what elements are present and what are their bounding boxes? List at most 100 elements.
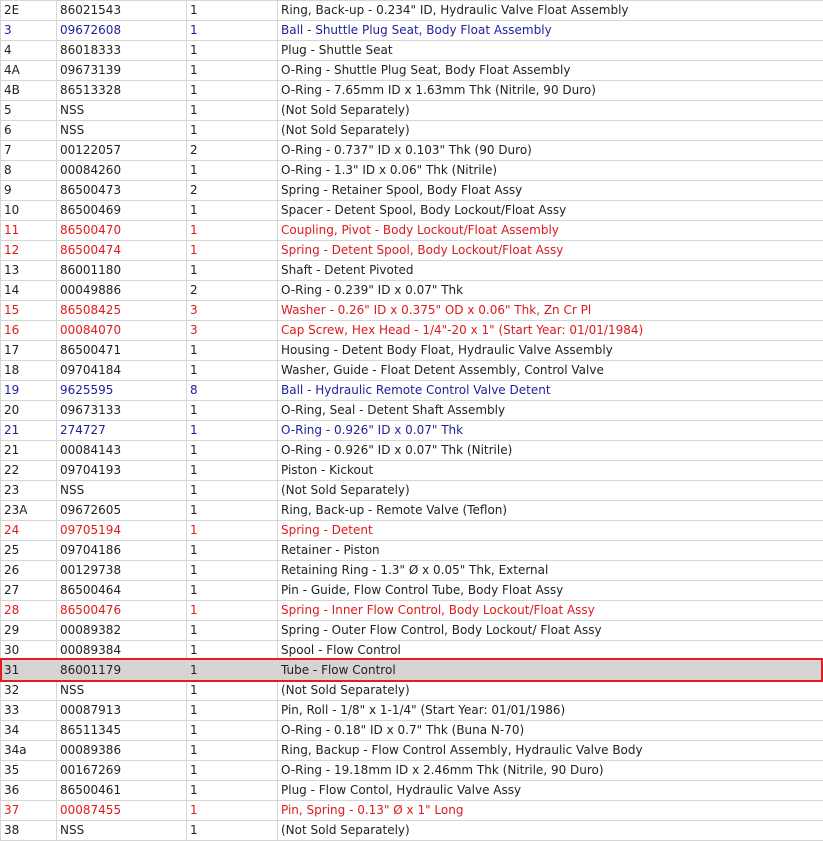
part-number-cell: 86001180 — [57, 261, 187, 281]
quantity-cell: 1 — [187, 21, 278, 41]
table-row[interactable]: 11865004701Coupling, Pivot - Body Lockou… — [1, 221, 823, 241]
quantity-cell: 2 — [187, 141, 278, 161]
quantity-cell: 1 — [187, 41, 278, 61]
quantity-cell: 1 — [187, 161, 278, 181]
table-row[interactable]: 9865004732Spring - Retainer Spool, Body … — [1, 181, 823, 201]
table-row[interactable]: 32NSS1(Not Sold Separately) — [1, 681, 823, 701]
table-row[interactable]: 31860011791Tube - Flow Control — [1, 661, 823, 681]
part-number-cell: 86500469 — [57, 201, 187, 221]
ref-cell: 23 — [1, 481, 57, 501]
table-row[interactable]: 4A096731391O-Ring - Shuttle Plug Seat, B… — [1, 61, 823, 81]
description-cell: (Not Sold Separately) — [278, 121, 823, 141]
table-row[interactable]: 15865084253Washer - 0.26" ID x 0.375" OD… — [1, 301, 823, 321]
table-row[interactable]: 33000879131Pin, Roll - 1/8" x 1-1/4" (St… — [1, 701, 823, 721]
ref-cell: 23A — [1, 501, 57, 521]
part-number-cell: NSS — [57, 121, 187, 141]
ref-cell: 35 — [1, 761, 57, 781]
table-row[interactable]: 25097041861Retainer - Piston — [1, 541, 823, 561]
ref-cell: 7 — [1, 141, 57, 161]
table-row[interactable]: 28865004761Spring - Inner Flow Control, … — [1, 601, 823, 621]
part-number-cell: 09672608 — [57, 21, 187, 41]
table-row[interactable]: 14000498862O-Ring - 0.239" ID x 0.07" Th… — [1, 281, 823, 301]
table-row[interactable]: 29000893821Spring - Outer Flow Control, … — [1, 621, 823, 641]
table-row[interactable]: 16000840703Cap Screw, Hex Head - 1/4"-20… — [1, 321, 823, 341]
part-number-cell: 09673139 — [57, 61, 187, 81]
quantity-cell: 1 — [187, 261, 278, 281]
quantity-cell: 1 — [187, 541, 278, 561]
part-number-cell: 86500471 — [57, 341, 187, 361]
table-row[interactable]: 21000841431O-Ring - 0.926" ID x 0.07" Th… — [1, 441, 823, 461]
quantity-cell: 1 — [187, 661, 278, 681]
quantity-cell: 1 — [187, 201, 278, 221]
quantity-cell: 1 — [187, 81, 278, 101]
table-row[interactable]: 18097041841Washer, Guide - Float Detent … — [1, 361, 823, 381]
description-cell: O-Ring - 0.737" ID x 0.103" Thk (90 Duro… — [278, 141, 823, 161]
table-row[interactable]: 34865113451O-Ring - 0.18" ID x 0.7" Thk … — [1, 721, 823, 741]
ref-cell: 5 — [1, 101, 57, 121]
description-cell: Spring - Detent Spool, Body Lockout/Floa… — [278, 241, 823, 261]
part-number-cell: 86500476 — [57, 601, 187, 621]
table-row[interactable]: 20096731331O-Ring, Seal - Detent Shaft A… — [1, 401, 823, 421]
table-row[interactable]: 27865004641Pin - Guide, Flow Control Tub… — [1, 581, 823, 601]
quantity-cell: 1 — [187, 521, 278, 541]
table-row[interactable]: 34a000893861Ring, Backup - Flow Control … — [1, 741, 823, 761]
table-row[interactable]: 1996255958Ball - Hydraulic Remote Contro… — [1, 381, 823, 401]
ref-cell: 27 — [1, 581, 57, 601]
ref-cell: 6 — [1, 121, 57, 141]
description-cell: Shaft - Detent Pivoted — [278, 261, 823, 281]
table-row[interactable]: 35001672691O-Ring - 19.18mm ID x 2.46mm … — [1, 761, 823, 781]
ref-cell: 34 — [1, 721, 57, 741]
table-row[interactable]: 2E860215431Ring, Back-up - 0.234" ID, Hy… — [1, 1, 823, 21]
table-row[interactable]: 24097051941Spring - Detent — [1, 521, 823, 541]
quantity-cell: 1 — [187, 701, 278, 721]
quantity-cell: 3 — [187, 321, 278, 341]
table-row[interactable]: 17865004711Housing - Detent Body Float, … — [1, 341, 823, 361]
table-row[interactable]: 3096726081Ball - Shuttle Plug Seat, Body… — [1, 21, 823, 41]
table-row[interactable]: 4B865133281O-Ring - 7.65mm ID x 1.63mm T… — [1, 81, 823, 101]
quantity-cell: 1 — [187, 461, 278, 481]
table-row[interactable]: 4860183331Plug - Shuttle Seat — [1, 41, 823, 61]
table-row[interactable]: 23NSS1(Not Sold Separately) — [1, 481, 823, 501]
ref-cell: 36 — [1, 781, 57, 801]
description-cell: Ball - Shuttle Plug Seat, Body Float Ass… — [278, 21, 823, 41]
description-cell: Piston - Kickout — [278, 461, 823, 481]
description-cell: Pin, Roll - 1/8" x 1-1/4" (Start Year: 0… — [278, 701, 823, 721]
description-cell: O-Ring - 19.18mm ID x 2.46mm Thk (Nitril… — [278, 761, 823, 781]
table-row[interactable]: 12865004741Spring - Detent Spool, Body L… — [1, 241, 823, 261]
ref-cell: 28 — [1, 601, 57, 621]
table-row[interactable]: 7001220572O-Ring - 0.737" ID x 0.103" Th… — [1, 141, 823, 161]
part-number-cell: 09705194 — [57, 521, 187, 541]
ref-cell: 3 — [1, 21, 57, 41]
table-row[interactable]: 23A096726051Ring, Back-up - Remote Valve… — [1, 501, 823, 521]
table-row[interactable]: 38NSS1(Not Sold Separately) — [1, 821, 823, 841]
quantity-cell: 1 — [187, 401, 278, 421]
description-cell: Plug - Flow Contol, Hydraulic Valve Assy — [278, 781, 823, 801]
table-row[interactable]: 26001297381Retaining Ring - 1.3" Ø x 0.0… — [1, 561, 823, 581]
table-row[interactable]: 37000874551Pin, Spring - 0.13" Ø x 1" Lo… — [1, 801, 823, 821]
ref-cell: 19 — [1, 381, 57, 401]
description-cell: O-Ring - 0.926" ID x 0.07" Thk (Nitrile) — [278, 441, 823, 461]
table-row[interactable]: 36865004611Plug - Flow Contol, Hydraulic… — [1, 781, 823, 801]
part-number-cell: 00084070 — [57, 321, 187, 341]
table-row[interactable]: 212747271O-Ring - 0.926" ID x 0.07" Thk — [1, 421, 823, 441]
ref-cell: 26 — [1, 561, 57, 581]
ref-cell: 34a — [1, 741, 57, 761]
table-row[interactable]: 13860011801Shaft - Detent Pivoted — [1, 261, 823, 281]
table-row[interactable]: 8000842601O-Ring - 1.3" ID x 0.06" Thk (… — [1, 161, 823, 181]
table-row[interactable]: 10865004691Spacer - Detent Spool, Body L… — [1, 201, 823, 221]
description-cell: (Not Sold Separately) — [278, 101, 823, 121]
table-row[interactable]: 6NSS1(Not Sold Separately) — [1, 121, 823, 141]
part-number-cell: 9625595 — [57, 381, 187, 401]
description-cell: O-Ring - 7.65mm ID x 1.63mm Thk (Nitrile… — [278, 81, 823, 101]
table-row[interactable]: 22097041931Piston - Kickout — [1, 461, 823, 481]
description-cell: O-Ring - Shuttle Plug Seat, Body Float A… — [278, 61, 823, 81]
part-number-cell: 00087913 — [57, 701, 187, 721]
ref-cell: 31 — [1, 661, 57, 681]
quantity-cell: 1 — [187, 641, 278, 661]
quantity-cell: 1 — [187, 741, 278, 761]
table-row[interactable]: 5NSS1(Not Sold Separately) — [1, 101, 823, 121]
table-row[interactable]: 30000893841Spool - Flow Control — [1, 641, 823, 661]
part-number-cell: 274727 — [57, 421, 187, 441]
description-cell: Pin, Spring - 0.13" Ø x 1" Long — [278, 801, 823, 821]
quantity-cell: 1 — [187, 361, 278, 381]
